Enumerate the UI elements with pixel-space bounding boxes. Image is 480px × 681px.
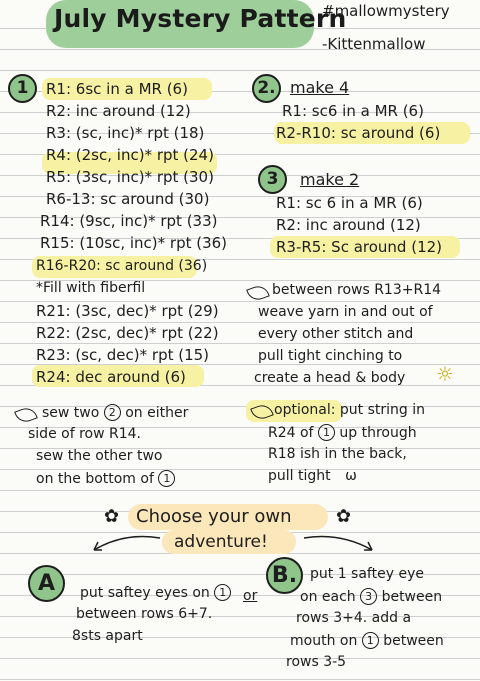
adventure-line: Choose your own [136, 506, 292, 527]
note-optional-line: optional: put string in [274, 402, 426, 418]
circled-number: 3 [360, 588, 378, 605]
curved-arrow-icon [93, 535, 161, 551]
option-b-line: on each 3 between [300, 588, 442, 605]
part-2-number: 2. [252, 74, 281, 103]
part-2-heading: make 4 [290, 78, 350, 97]
note-head-line: create a head & body [254, 370, 406, 386]
note-sew-line: sew the other two [36, 448, 163, 464]
flower-icon: ✿ [104, 506, 120, 527]
option-b-text: between [381, 589, 443, 605]
note-sew-line: side of row R14. [28, 426, 141, 442]
note-head-line: every other stitch and [258, 326, 414, 342]
option-b-badge: B. [266, 557, 303, 594]
option-a-line: 8sts apart [72, 628, 143, 644]
part-3-row: R3-R5: Sc around (12) [276, 238, 443, 256]
note-sew-text: sew two [42, 405, 100, 421]
option-b-text: between [383, 633, 444, 649]
part-1-row: R14: (9sc, inc)* rpt (33) [40, 212, 218, 230]
part-1-number: 1 [8, 74, 37, 103]
option-b-line: rows 3+4. add a [296, 610, 412, 626]
option-b-text: on each [300, 589, 356, 605]
part-1-row: R24: dec around (6) [36, 368, 186, 386]
note-sew-text: on either [125, 405, 189, 421]
part-2-row: R2-R10: sc around (6) [276, 124, 441, 142]
note-sew-text: on the bottom of [36, 471, 154, 487]
part-1-row: R1: 6sc in a MR (6) [46, 80, 188, 98]
option-a-text: put saftey eyes on [80, 585, 210, 601]
part-1-row: R5: (3sc, inc)* rpt (30) [46, 168, 214, 186]
curved-arrow-icon [303, 535, 373, 551]
circled-number: 2 [103, 404, 121, 421]
note-sew-line: sew two 2 on either [42, 404, 188, 421]
part-1-note: *Fill with fiberfil [36, 280, 146, 296]
circled-number: 1 [317, 424, 335, 441]
flower-icon: ✿ [336, 506, 352, 527]
part-1-row: R4: (2sc, inc)* rpt (24) [46, 146, 214, 164]
note-optional-text: R24 of [268, 425, 314, 441]
adventure-line: adventure! [174, 532, 268, 552]
option-a-badge: A [28, 565, 65, 602]
option-a-line: put saftey eyes on 1 [80, 584, 232, 601]
part-1-row: R21: (3sc, dec)* rpt (29) [36, 302, 219, 320]
note-head-line: pull tight cinching to [258, 348, 403, 364]
option-b-line: put 1 saftey eye [310, 566, 424, 582]
hashtag: #mallowmystery [322, 2, 450, 20]
part-3-heading: make 2 [300, 170, 360, 189]
part-3-row: R2: inc around (12) [276, 216, 421, 234]
note-head-line: between rows R13+R14 [272, 282, 442, 298]
part-1-row: R3: (sc, inc)* rpt (18) [46, 124, 205, 142]
note-optional-line: R18 ish in the back, [268, 446, 407, 462]
part-1-row: R15: (10sc, inc)* rpt (36) [40, 234, 228, 252]
circled-number: 1 [361, 632, 379, 649]
part-1-row: R2: inc around (12) [46, 102, 191, 120]
option-b-text: mouth on [290, 633, 358, 649]
note-sew-line: on the bottom of 1 [36, 470, 176, 487]
part-3-row: R1: sc 6 in a MR (6) [276, 194, 423, 212]
circled-number: 1 [158, 470, 176, 487]
note-optional-line: R24 of 1 up through [268, 424, 417, 441]
option-b-line: rows 3-5 [286, 654, 347, 670]
part-1-row: R23: (sc, dec)* rpt (15) [36, 346, 210, 364]
circled-number: 1 [214, 584, 232, 601]
option-b-line: mouth on 1 between [290, 632, 444, 649]
part-1-row: R22: (2sc, dec)* rpt (22) [36, 324, 219, 342]
part-1-row: R16-R20: sc around (36) [36, 258, 208, 274]
author: -Kittenmallow [322, 35, 426, 53]
or-separator: or [243, 588, 258, 604]
part-2-row: R1: sc6 in a MR (6) [282, 102, 424, 120]
note-optional-text: up through [339, 425, 417, 441]
page-title: July Mystery Pattern [54, 4, 347, 33]
doodle-mark: ω [345, 468, 357, 484]
part-1-row: R6-13: sc around (30) [46, 190, 210, 208]
part-3-number: 3 [258, 165, 287, 194]
note-optional-text: pull tight [268, 468, 331, 484]
note-head-line: weave yarn in and out of [258, 304, 433, 320]
option-a-line: between rows 6+7. [76, 606, 213, 622]
note-optional-line: pull tight ω [268, 468, 357, 484]
sun-icon: ☼ [436, 362, 454, 386]
